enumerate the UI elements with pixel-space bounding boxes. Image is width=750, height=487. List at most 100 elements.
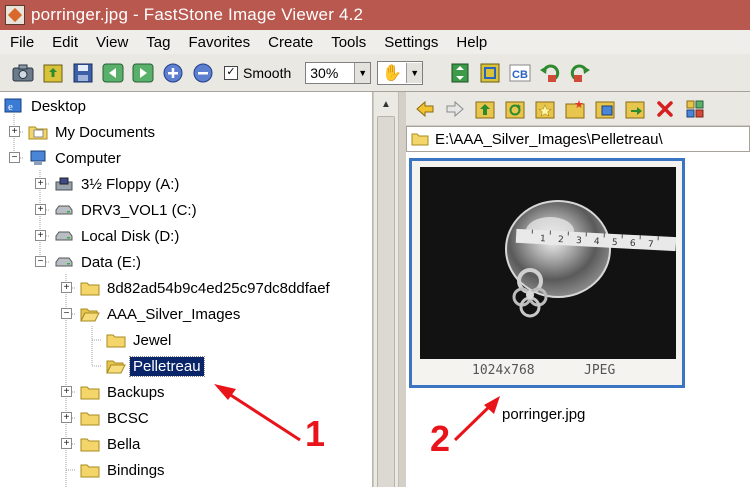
svg-text:6: 6 <box>630 239 637 249</box>
open-button[interactable] <box>38 58 68 88</box>
arrow-right-icon <box>132 63 154 82</box>
expand-my-documents[interactable]: + <box>9 126 20 137</box>
tree-label: Desktop <box>31 97 87 115</box>
thumbnail-filename[interactable]: porringer.jpg <box>502 406 585 423</box>
collapse-drive-e[interactable]: − <box>35 256 46 267</box>
tree-item-floppy[interactable]: 3½ Floppy (A:) <box>54 172 182 196</box>
move-to-button[interactable] <box>620 95 650 123</box>
thumbnail-card[interactable]: 123 4567 1024x768 JPEG <box>409 158 685 388</box>
move-to-icon <box>625 101 645 118</box>
chevron-down-icon[interactable]: ▼ <box>406 62 423 83</box>
tree-item-desktop[interactable]: e Desktop <box>4 94 89 118</box>
expand-backups[interactable]: + <box>61 386 72 397</box>
new-folder-button[interactable] <box>560 95 590 123</box>
expand-drive-d[interactable]: + <box>35 230 46 241</box>
tree-item-drive-d[interactable]: Local Disk (D:) <box>54 224 182 248</box>
save-button[interactable] <box>68 58 98 88</box>
thumbnail-image: 1 2 3 4 5 6 7 <box>420 167 676 359</box>
menu-help[interactable]: Help <box>447 34 496 51</box>
favorite-folder-icon <box>535 101 555 118</box>
tree-label: Data (E:) <box>81 253 142 271</box>
tree-item-hash-folder[interactable]: 8d82ad54b9c4ed25c97dc8ddfaef <box>80 276 333 300</box>
forward-arrow-icon <box>446 100 464 117</box>
tree-item-my-documents[interactable]: My Documents <box>28 120 158 144</box>
collapse-computer[interactable]: − <box>9 152 20 163</box>
menu-file[interactable]: File <box>0 34 43 51</box>
tree-item-drive-e[interactable]: Data (E:) <box>54 250 144 274</box>
tree-label: Bella <box>107 435 141 453</box>
expand-floppy[interactable]: + <box>35 178 46 189</box>
zoom-out-button[interactable] <box>188 58 218 88</box>
favorites-button[interactable] <box>530 95 560 123</box>
smooth-checkbox[interactable]: ✓ <box>224 65 238 80</box>
back-arrow-icon <box>416 100 434 117</box>
app-icon[interactable] <box>5 5 25 25</box>
folder-path-bar[interactable]: E:\AAA_Silver_Images\Pelletreau\ <box>406 126 750 152</box>
collapse-aaa-silver-images[interactable]: − <box>61 308 72 319</box>
rotate-right-button[interactable] <box>565 58 595 88</box>
svg-text:5: 5 <box>612 238 618 248</box>
hand-icon: ✋ <box>382 64 403 82</box>
title-bar[interactable]: porringer.jpg - FastStone Image Viewer 4… <box>0 0 750 30</box>
up-folder-button[interactable] <box>470 95 500 123</box>
menu-view[interactable]: View <box>87 34 137 51</box>
mouse-mode-select[interactable]: ✋ ▼ <box>377 60 424 85</box>
tree-label: DRV3_VOL1 (C:) <box>81 201 197 219</box>
folder-icon <box>411 133 429 146</box>
expand-bella[interactable]: + <box>61 438 72 449</box>
tree-item-backups[interactable]: Backups <box>80 380 168 404</box>
next-button[interactable] <box>128 58 158 88</box>
porringer-photo: 1 2 3 4 5 6 7 <box>420 167 676 359</box>
tree-label: BCSC <box>107 409 149 427</box>
tree-item-bella[interactable]: Bella <box>80 432 143 456</box>
tree-label: Bindings <box>107 461 165 479</box>
back-button[interactable] <box>410 95 440 123</box>
copy-to-button[interactable] <box>590 95 620 123</box>
tree-item-bcsc[interactable]: BCSC <box>80 406 152 430</box>
thumbnails-view-icon <box>686 100 704 117</box>
resize-button[interactable] <box>445 58 475 88</box>
zoom-select[interactable]: 30% ▼ <box>305 61 372 84</box>
tree-item-aaa-silver-images[interactable]: AAA_Silver_Images <box>80 302 243 326</box>
tree-item-computer[interactable]: Computer <box>28 146 124 170</box>
expand-bcsc[interactable]: + <box>61 412 72 423</box>
folder-path: E:\AAA_Silver_Images\Pelletreau\ <box>435 130 663 148</box>
folder-open-icon <box>80 308 100 322</box>
rotate-left-icon <box>540 64 560 82</box>
tree-item-pelletreau[interactable]: Pelletreau <box>106 354 205 378</box>
refresh-button[interactable] <box>500 95 530 123</box>
rotate-left-button[interactable] <box>535 58 565 88</box>
menu-edit[interactable]: Edit <box>43 34 87 51</box>
hard-drive-icon <box>55 257 73 267</box>
delete-button[interactable] <box>650 95 680 123</box>
chevron-down-icon[interactable]: ▼ <box>354 62 371 83</box>
view-mode-button[interactable] <box>680 95 710 123</box>
menu-tag[interactable]: Tag <box>137 34 179 51</box>
menu-bar: File Edit View Tag Favorites Create Tool… <box>0 30 750 54</box>
menu-tools[interactable]: Tools <box>322 34 375 51</box>
scrollbar-thumb[interactable] <box>377 116 395 487</box>
menu-favorites[interactable]: Favorites <box>179 34 259 51</box>
camera-button[interactable] <box>8 58 38 88</box>
desktop-icon: e <box>4 98 22 113</box>
previous-button[interactable] <box>98 58 128 88</box>
svg-text:7: 7 <box>648 240 654 250</box>
annotation-number-1: 1 <box>305 413 326 454</box>
tree-item-drive-c[interactable]: DRV3_VOL1 (C:) <box>54 198 200 222</box>
menu-create[interactable]: Create <box>259 34 322 51</box>
expand-drive-c[interactable]: + <box>35 204 46 215</box>
tree-scrollbar[interactable]: ▲ <box>373 92 398 487</box>
forward-button[interactable] <box>440 95 470 123</box>
tree-item-bindings[interactable]: Bindings <box>80 458 168 482</box>
delete-icon <box>657 100 673 117</box>
scroll-up-icon[interactable]: ▲ <box>376 94 396 114</box>
tree-label: My Documents <box>55 123 156 141</box>
menu-settings[interactable]: Settings <box>375 34 447 51</box>
color-balance-button[interactable]: CB <box>505 58 535 88</box>
crop-button[interactable] <box>475 58 505 88</box>
pane-splitter[interactable] <box>398 92 406 487</box>
expand-hash-folder[interactable]: + <box>61 282 72 293</box>
zoom-in-button[interactable] <box>158 58 188 88</box>
tree-item-jewel[interactable]: Jewel <box>106 328 174 352</box>
smooth-toggle[interactable]: ✓ Smooth <box>224 65 291 81</box>
